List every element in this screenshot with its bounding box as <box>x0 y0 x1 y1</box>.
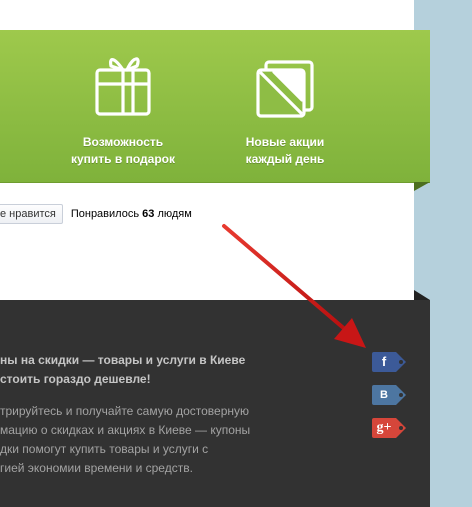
features-banner: Возможность купить в подарок Новые акции… <box>0 30 430 183</box>
like-count-text: Понравилось 63 людям <box>70 208 192 220</box>
footer-fold <box>414 290 430 300</box>
like-widget: е нравится Понравилось 63 людям <box>0 203 192 225</box>
footer-description: трируйтесь и получайте самую достоверную… <box>0 404 251 475</box>
top-strip <box>0 0 414 30</box>
feature-new-deals: Новые акции каждый день <box>224 30 346 168</box>
footer-title: ны на скидки — товары и услуги в Киеве с… <box>0 353 246 386</box>
facebook-button[interactable]: f <box>372 352 408 372</box>
banner-fold <box>414 182 430 191</box>
facebook-icon: f <box>372 352 396 372</box>
like-count: 63 <box>142 208 155 220</box>
vkontakte-icon: B <box>372 385 396 405</box>
vkontakte-button[interactable]: B <box>372 385 408 405</box>
feature-gift-caption: Возможность купить в подарок <box>71 135 175 166</box>
new-deals-icon <box>256 60 314 118</box>
like-button[interactable]: е нравится <box>0 204 63 224</box>
google-plus-button[interactable]: g+ <box>372 418 408 438</box>
feature-new-deals-caption: Новые акции каждый день <box>245 135 325 166</box>
gift-icon <box>95 57 151 116</box>
feature-gift: Возможность купить в подарок <box>62 30 184 168</box>
google-plus-icon: g+ <box>372 418 396 438</box>
